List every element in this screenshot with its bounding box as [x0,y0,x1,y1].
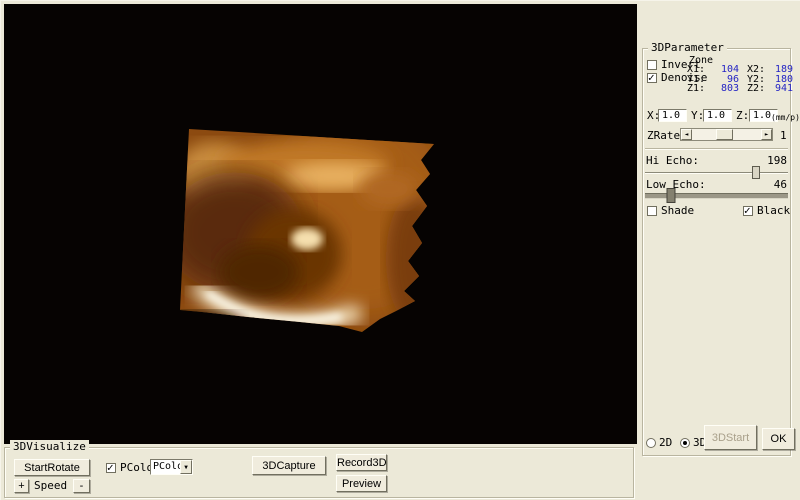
start-3d-button[interactable]: 3DStart [704,425,757,450]
parameter-group: 3DParameter Invert Denoise Zone X1: 104 … [642,48,791,456]
capture-3d-button[interactable]: 3DCapture [252,456,326,475]
application-window: 3DParameter Invert Denoise Zone X1: 104 … [0,0,800,500]
scale-y-input[interactable]: 1.0 [703,109,732,122]
ok-button[interactable]: OK [762,428,795,450]
black-label: Black [757,205,790,217]
dropdown-arrow-icon[interactable]: ▼ [180,460,192,474]
zrate-scrollbar-thumb[interactable] [716,129,733,140]
invert-checkbox[interactable] [647,60,657,70]
speed-label: Speed [34,480,67,492]
zone-z1-label: Z1: [687,84,711,94]
zone-z1-value: 803 [711,84,739,94]
pcolor-checkbox[interactable] [106,463,116,473]
record-3d-button[interactable]: Record3D [336,454,387,471]
low-echo-thumb[interactable] [666,188,675,203]
divider [645,148,788,150]
low-echo-slider[interactable] [645,189,788,203]
zone-values: X1: 104 X2: 189 Y1: 96 Y2: 180 Z1: 803 Z… [687,65,793,94]
shade-label: Shade [661,205,694,217]
preview-button[interactable]: Preview [336,475,387,492]
hi-echo-track[interactable] [645,172,788,174]
ultrasound-3d-render [4,4,637,444]
scale-unit-label: (mm/p) [771,112,800,124]
speed-minus-button[interactable]: - [73,479,90,493]
zrate-scrollbar[interactable]: ◄ ► [680,128,773,141]
zone-z2-label: Z2: [739,84,765,94]
zrate-right-arrow-icon[interactable]: ► [761,129,772,140]
pcolor-dropdown[interactable]: PColor ▼ [150,459,193,475]
parameter-group-title: 3DParameter [648,41,727,55]
visualize-group-title: 3DVisualize [10,440,89,454]
speed-plus-button[interactable]: + [14,479,29,493]
hi-echo-thumb[interactable] [752,166,760,179]
start-rotate-button[interactable]: StartRotate [14,459,90,476]
black-checkbox[interactable] [743,206,753,216]
radio-2d[interactable] [646,438,656,448]
shade-checkbox[interactable] [647,206,657,216]
zone-z2-value: 941 [765,84,793,94]
radio-3d[interactable] [680,438,690,448]
denoise-checkbox[interactable] [647,73,657,83]
radio-2d-label: 2D [659,437,672,449]
zrate-value: 1 [780,130,787,142]
zrate-label: ZRate [647,130,680,142]
visualize-group: 3DVisualize StartRotate + Speed - PColor… [4,447,634,498]
zrate-left-arrow-icon[interactable]: ◄ [681,129,692,140]
render-viewport[interactable] [4,4,637,444]
scale-z-label: Z: [736,110,749,122]
scale-x-input[interactable]: 1.0 [658,109,687,122]
